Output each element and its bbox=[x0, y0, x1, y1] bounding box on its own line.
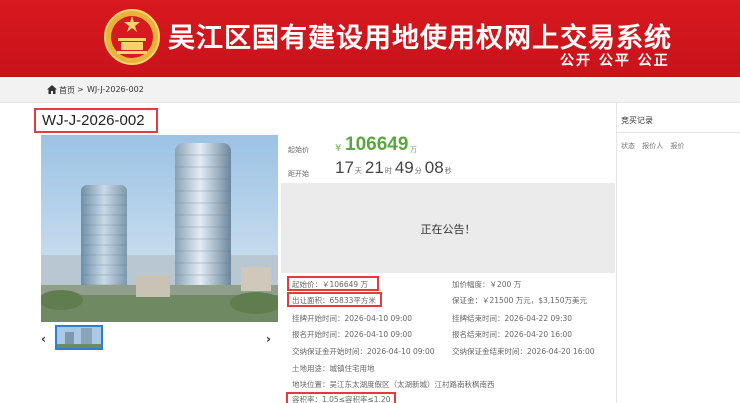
status-text: 正在公告！ bbox=[420, 223, 476, 236]
breadcrumb-current: WJ-J-2026-002 bbox=[87, 85, 144, 94]
detail-listing-end: 挂牌结束时间：2026-04-22 09:30 bbox=[452, 314, 573, 323]
header-banner: 吴江区国有建设用地使用权网上交易系统 公开 公平 公正 bbox=[0, 0, 740, 77]
detail-land-use: 土地用途：城镇住宅用地 bbox=[292, 364, 375, 373]
detail-start-price: 起始价：￥106649 万 bbox=[292, 280, 369, 289]
bid-records-divider bbox=[617, 132, 740, 133]
status-panel: 正在公告！ bbox=[281, 183, 615, 273]
lot-photo bbox=[41, 135, 278, 322]
gallery-next-button[interactable]: › bbox=[266, 332, 271, 346]
breadcrumb: 首页 > WJ-J-2026-002 bbox=[0, 77, 740, 103]
start-price-label: 起始价 bbox=[288, 146, 309, 154]
site-slogan: 公开 公平 公正 bbox=[560, 53, 670, 69]
lot-id-title: WJ-J-2026-002 bbox=[34, 108, 158, 133]
countdown-seconds: 08 bbox=[424, 158, 444, 177]
bid-records-col-status: 状态 bbox=[621, 142, 635, 150]
national-emblem-icon bbox=[104, 9, 160, 65]
countdown-seconds-unit: 秒 bbox=[444, 168, 452, 175]
detail-bid-increment: 加价幅度：￥200 万 bbox=[452, 280, 522, 289]
countdown-minutes-unit: 分 bbox=[414, 168, 422, 175]
breadcrumb-separator: > bbox=[77, 85, 84, 94]
detail-area: 出让面积：65833平方米 bbox=[292, 296, 376, 305]
start-price-unit: 万 bbox=[410, 146, 417, 154]
countdown-days: 17 bbox=[335, 158, 354, 177]
detail-location: 地块位置：吴江东太湖度假区（太湖新城）江村路南秋枫南西 bbox=[292, 380, 495, 389]
gallery-thumbnail[interactable] bbox=[55, 325, 103, 350]
detail-plot-ratio: 容积率：1.05≤容积率≤1.20 bbox=[292, 395, 391, 403]
bid-records-col-bidder: 报价人 bbox=[642, 142, 664, 150]
start-price-value: 106649 bbox=[345, 134, 409, 155]
detail-deposit-end: 交纳保证金结束时间：2026-04-20 16:00 bbox=[452, 347, 595, 356]
detail-register-start: 报名开始时间：2026-04-10 09:00 bbox=[292, 330, 413, 339]
countdown-days-unit: 天 bbox=[354, 168, 362, 175]
detail-deposit-start: 交纳保证金开始时间：2026-04-10 09:00 bbox=[292, 347, 435, 356]
countdown-timer: 17天 21时 49分 08秒 bbox=[335, 158, 455, 178]
countdown-minutes: 49 bbox=[394, 158, 414, 177]
detail-deposit: 保证金：￥21500 万元，$3,150万美元 bbox=[452, 296, 587, 305]
bid-records-title: 竞买记录 bbox=[621, 116, 653, 125]
gallery-prev-button[interactable]: ‹ bbox=[41, 332, 46, 346]
home-icon bbox=[47, 85, 57, 94]
countdown-label: 距开始 bbox=[288, 170, 309, 178]
bid-records-col-price: 报价 bbox=[670, 142, 685, 150]
detail-listing-start: 挂牌开始时间：2026-04-10 09:00 bbox=[292, 314, 413, 323]
start-price-currency: ¥ bbox=[335, 143, 342, 154]
breadcrumb-home-link[interactable]: 首页 bbox=[59, 85, 75, 96]
countdown-hours: 21 bbox=[364, 158, 384, 177]
countdown-hours-unit: 时 bbox=[384, 168, 392, 175]
bid-records-panel: 竞买记录 状态 报价人 报价 bbox=[616, 103, 740, 403]
bid-records-header: 状态 报价人 报价 bbox=[621, 141, 689, 151]
detail-register-end: 报名结束时间：2026-04-20 16:00 bbox=[452, 330, 573, 339]
